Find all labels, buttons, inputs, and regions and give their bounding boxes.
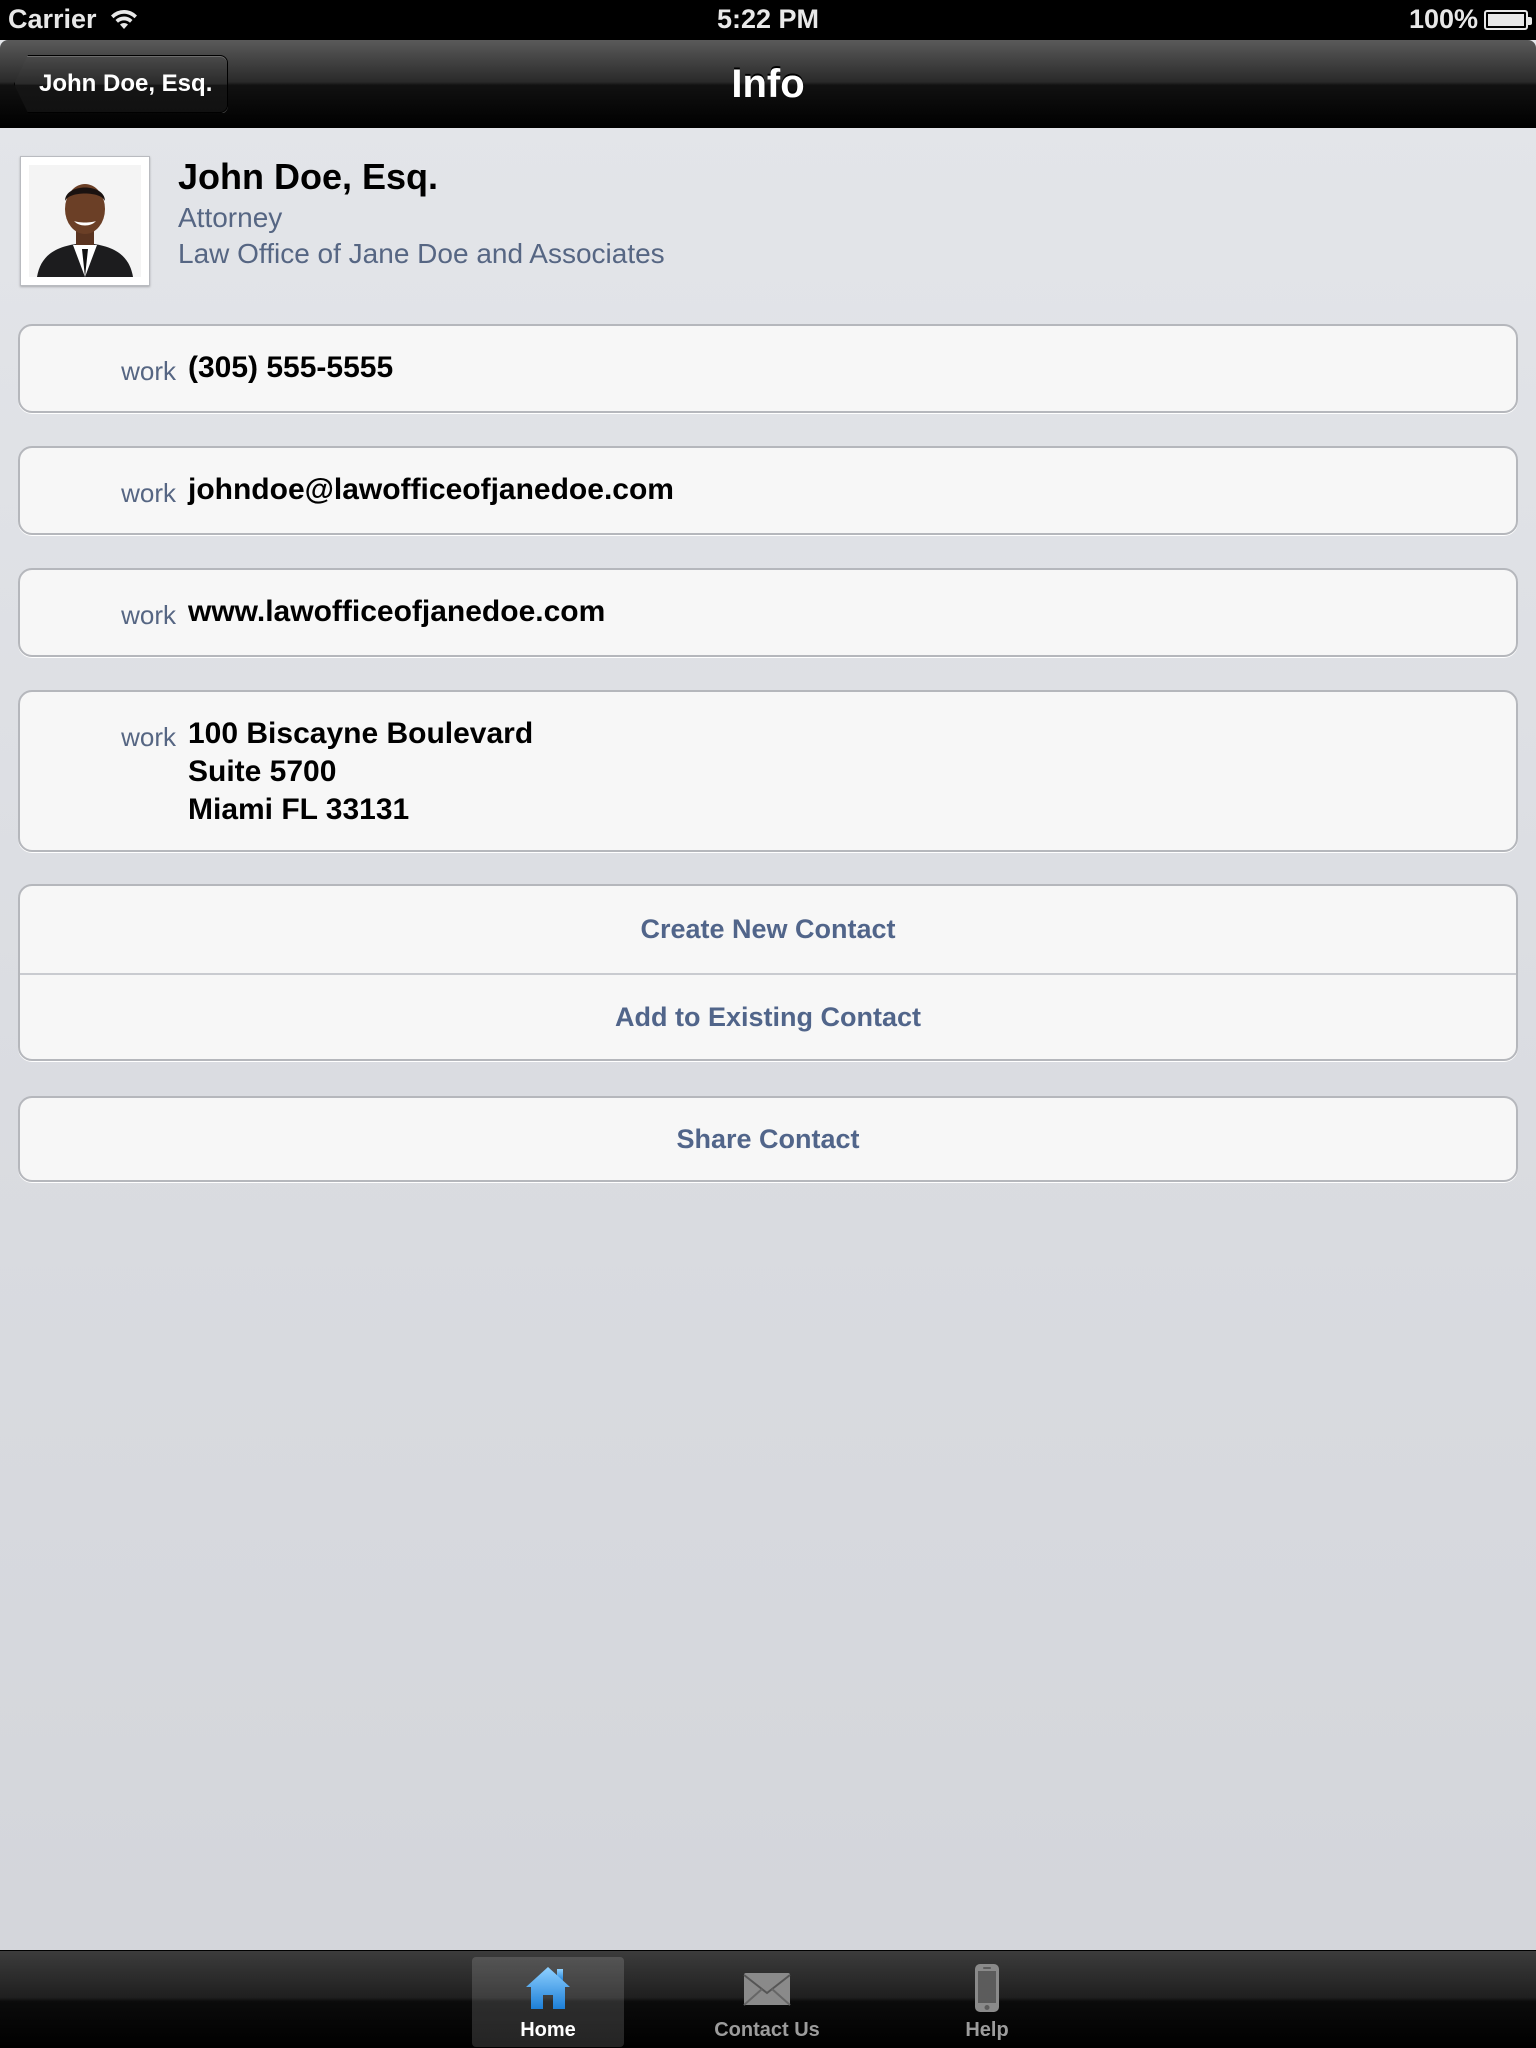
address-line-1: 100 Biscayne Boulevard: [188, 717, 534, 750]
contact-job-title: Attorney: [178, 202, 283, 233]
status-bar: Carrier 5:22 PM 100%: [0, 0, 1536, 40]
battery-icon: [1484, 9, 1532, 30]
phone-value: (305) 555-5555: [188, 351, 394, 384]
back-button[interactable]: John Doe, Esq.: [14, 55, 228, 113]
contact-name: John Doe, Esq.: [178, 156, 439, 197]
email-label: work: [121, 478, 176, 508]
person-photo-icon: [29, 165, 141, 277]
tab-contact-us-label: Contact Us: [714, 2019, 820, 2041]
phone-label: work: [121, 356, 176, 386]
create-new-contact-button[interactable]: Create New Contact: [20, 886, 1516, 973]
address-cell[interactable]: work 100 Biscayne Boulevard Suite 5700 M…: [18, 690, 1518, 852]
email-value: johndoe@lawofficeofjanedoe.com: [188, 473, 674, 506]
website-value: www.lawofficeofjanedoe.com: [188, 595, 606, 628]
phone-icon: [975, 1964, 999, 2012]
navigation-bar: Info John Doe, Esq.: [0, 40, 1536, 128]
phone-cell[interactable]: work (305) 555-5555: [18, 324, 1518, 413]
address-value: 100 Biscayne Boulevard Suite 5700 Miami …: [188, 715, 533, 829]
share-contact-button[interactable]: Share Contact: [20, 1098, 1516, 1180]
tab-help[interactable]: Help: [911, 1957, 1063, 2047]
envelope-icon: [743, 1973, 791, 2006]
address-line-3: Miami FL 33131: [188, 793, 410, 826]
tab-contact-us[interactable]: Contact Us: [691, 1957, 843, 2047]
website-label: work: [121, 600, 176, 630]
website-cell[interactable]: work www.lawofficeofjanedoe.com: [18, 568, 1518, 657]
tab-help-label: Help: [965, 2019, 1009, 2041]
add-to-existing-contact-button[interactable]: Add to Existing Contact: [20, 975, 1516, 1059]
email-cell[interactable]: work johndoe@lawofficeofjanedoe.com: [18, 446, 1518, 535]
address-label: work: [121, 722, 176, 752]
share-contact-group: Share Contact: [18, 1096, 1518, 1182]
page-title: Info: [731, 62, 805, 106]
contact-organization: Law Office of Jane Doe and Associates: [178, 238, 665, 269]
status-time: 5:22 PM: [716, 4, 820, 34]
avatar: [20, 156, 150, 286]
battery-indicator: 100%: [1408, 4, 1532, 35]
tab-home[interactable]: Home: [472, 1957, 624, 2047]
tab-home-label: Home: [520, 2019, 576, 2041]
tab-bar: Home Contact Us Help: [0, 1950, 1536, 2048]
address-line-2: Suite 5700: [188, 755, 337, 788]
battery-percent: 100%: [1408, 4, 1478, 34]
home-icon: [526, 1967, 570, 2009]
contact-header: John Doe, Esq. Attorney Law Office of Ja…: [20, 156, 1520, 288]
contact-actions-group: Create New Contact Add to Existing Conta…: [18, 884, 1518, 1061]
